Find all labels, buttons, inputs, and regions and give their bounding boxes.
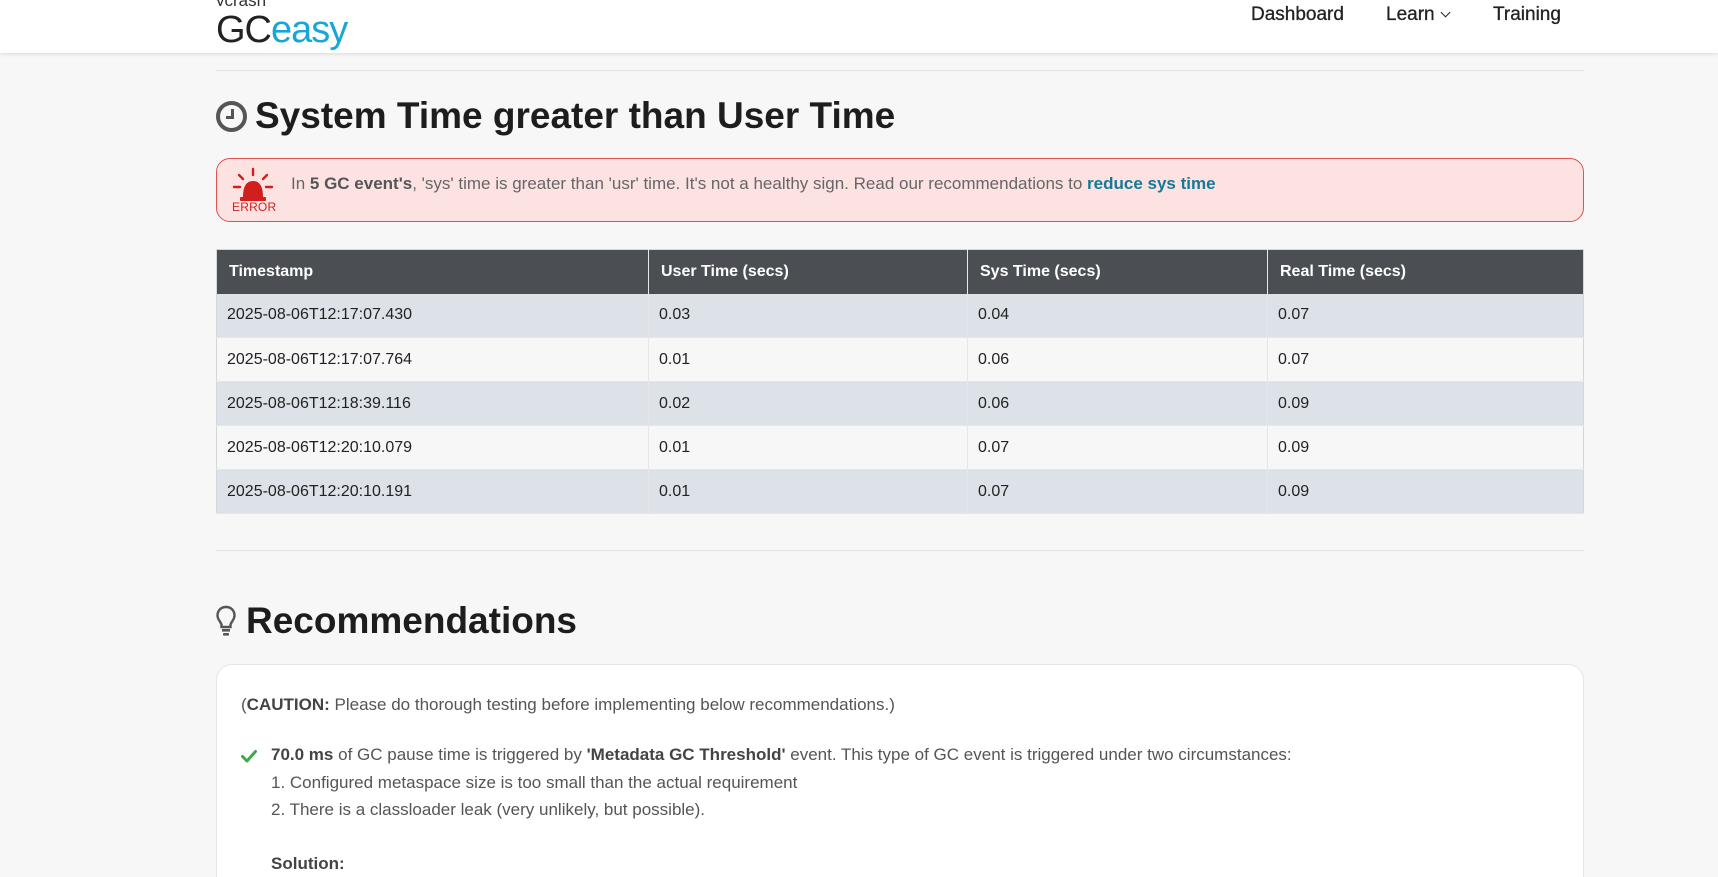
ycrash-logo-text: ycrash (216, 0, 347, 6)
timestamp-cell: 2025-08-06T12:17:07.764 (216, 337, 649, 382)
recommendation-summary: 70.0 ms of GC pause time is triggered by… (271, 745, 1292, 764)
table-row: 2025-08-06T12:20:10.191 0.01 0.07 0.09 (216, 469, 1584, 514)
caution-note: (CAUTION: Please do thorough testing bef… (241, 695, 895, 714)
recommendations-panel: (CAUTION: Please do thorough testing bef… (216, 664, 1584, 877)
clock-icon (216, 100, 247, 132)
recommendation-point: 2. There is a classloader leak (very unl… (271, 800, 706, 819)
table-row: 2025-08-06T12:17:07.764 0.01 0.06 0.07 (216, 337, 1584, 382)
timestamp-cell: 2025-08-06T12:20:10.191 (216, 469, 649, 514)
gceasy-wordmark: GCeasy (216, 9, 348, 51)
user-time-cell: 0.01 (648, 425, 968, 470)
nav-training-link[interactable]: Training (1493, 4, 1561, 26)
real-time-cell: 0.07 (1267, 337, 1584, 382)
real-time-cell: 0.09 (1267, 425, 1584, 470)
table-row: 2025-08-06T12:20:10.079 0.01 0.07 0.09 (216, 425, 1584, 470)
sys-time-title: System Time greater than User Time (255, 95, 896, 136)
sys-time-cell: 0.06 (967, 381, 1268, 426)
error-alert: ERROR In 5 GC event's, 'sys' time is gre… (216, 158, 1584, 222)
event-count: 5 GC event's (309, 174, 413, 193)
sys-time-cell: 0.06 (967, 337, 1268, 382)
sys-time-cell: 0.07 (967, 425, 1268, 470)
solution-label: Solution: (271, 854, 345, 873)
table-row: 2025-08-06T12:18:39.116 0.02 0.06 0.09 (216, 381, 1584, 426)
recommendation-point: 1. Configured metaspace size is too smal… (271, 773, 798, 792)
sys-time-cell: 0.07 (967, 469, 1268, 514)
check-icon (241, 750, 257, 763)
chevron-down-icon (1440, 7, 1451, 18)
table-header-row: Timestamp User Time (secs) Sys Time (sec… (216, 249, 1584, 294)
col-header-sys-time: Sys Time (secs) (967, 249, 1268, 294)
error-label: ERROR (232, 200, 277, 214)
user-time-cell: 0.01 (648, 469, 968, 514)
timestamp-cell: 2025-08-06T12:18:39.116 (216, 381, 649, 426)
col-header-user-time: User Time (secs) (648, 249, 968, 294)
user-time-cell: 0.02 (648, 381, 968, 426)
sys-time-cell: 0.04 (967, 293, 1268, 338)
user-time-cell: 0.03 (648, 293, 968, 338)
col-header-real-time: Real Time (secs) (1267, 249, 1584, 294)
sys-time-table: Timestamp User Time (secs) Sys Time (sec… (216, 249, 1584, 514)
alert-message: In 5 GC event's, 'sys' time is greater t… (291, 174, 1216, 193)
nav-learn-label: Learn (1386, 4, 1435, 25)
nav-dashboard-link[interactable]: Dashboard (1251, 4, 1344, 26)
recommendations-title: Recommendations (246, 600, 578, 641)
real-time-cell: 0.09 (1267, 469, 1584, 514)
nav-learn-dropdown[interactable]: Learn (1386, 4, 1451, 26)
real-time-cell: 0.09 (1267, 381, 1584, 426)
section-divider (216, 550, 1584, 551)
sys-time-heading: System Time greater than User Time (216, 95, 895, 137)
top-navbar: ycrash GCeasy Dashboard Learn Training (0, 0, 1718, 53)
col-header-timestamp: Timestamp (216, 249, 649, 294)
lightbulb-icon (216, 605, 236, 636)
timestamp-cell: 2025-08-06T12:17:07.430 (216, 293, 649, 338)
reduce-sys-time-link[interactable]: reduce sys time (1087, 174, 1216, 193)
timestamp-cell: 2025-08-06T12:20:10.079 (216, 425, 649, 470)
table-row: 2025-08-06T12:17:07.430 0.03 0.04 0.07 (216, 293, 1584, 338)
user-time-cell: 0.01 (648, 337, 968, 382)
gceasy-logo[interactable]: ycrash GCeasy (216, 0, 348, 51)
real-time-cell: 0.07 (1267, 293, 1584, 338)
section-divider (216, 70, 1584, 71)
recommendations-heading: Recommendations (216, 600, 577, 642)
